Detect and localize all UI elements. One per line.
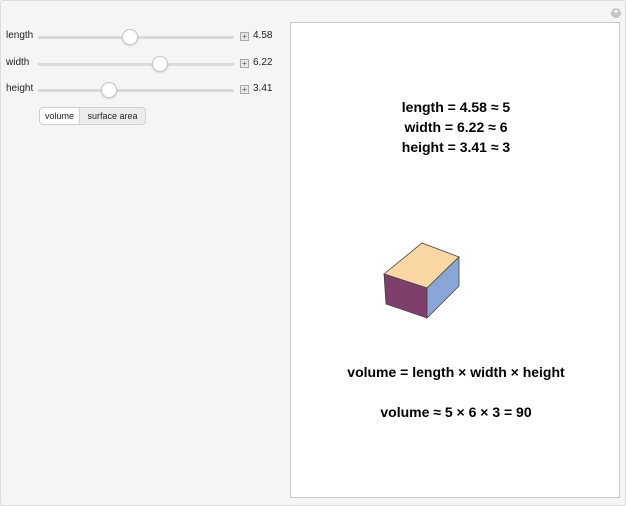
width-readout: width = 6.22 ≈ 6 [404,119,508,135]
width-slider-thumb[interactable] [151,56,168,72]
volume-result: volume ≈ 5 × 6 × 3 = 90 [380,404,532,420]
length-plus-icon[interactable]: + [240,32,249,41]
height-readout: height = 3.41 ≈ 3 [401,139,511,155]
length-value: 4.58 [253,30,273,41]
width-plus-icon[interactable]: + [240,59,249,68]
height-value: 3.41 [253,83,273,94]
height-label: height [6,83,34,94]
height-slider-row: height + 3.41 [0,81,285,99]
length-readout: length = 4.58 ≈ 5 [401,99,511,115]
height-slider-thumb[interactable] [100,82,117,98]
length-slider-row: length + 4.58 [0,28,285,46]
volume-button[interactable]: volume [39,107,80,125]
height-plus-icon[interactable]: + [240,85,249,94]
display-panel: length = 4.58 ≈ 5 width = 6.22 ≈ 6 heigh… [290,22,620,498]
surface-area-button[interactable]: surface area [80,107,146,125]
expand-plus-icon[interactable]: + [611,8,621,18]
width-slider-row: width + 6.22 [0,55,285,73]
width-slider-track[interactable] [38,63,234,66]
box-3d-graphic [383,242,460,319]
length-slider-thumb[interactable] [122,29,139,45]
width-label: width [6,57,30,68]
height-slider-track[interactable] [38,89,234,92]
length-label: length [6,30,34,41]
width-value: 6.22 [253,57,273,68]
volume-formula: volume = length × width × height [347,364,565,380]
